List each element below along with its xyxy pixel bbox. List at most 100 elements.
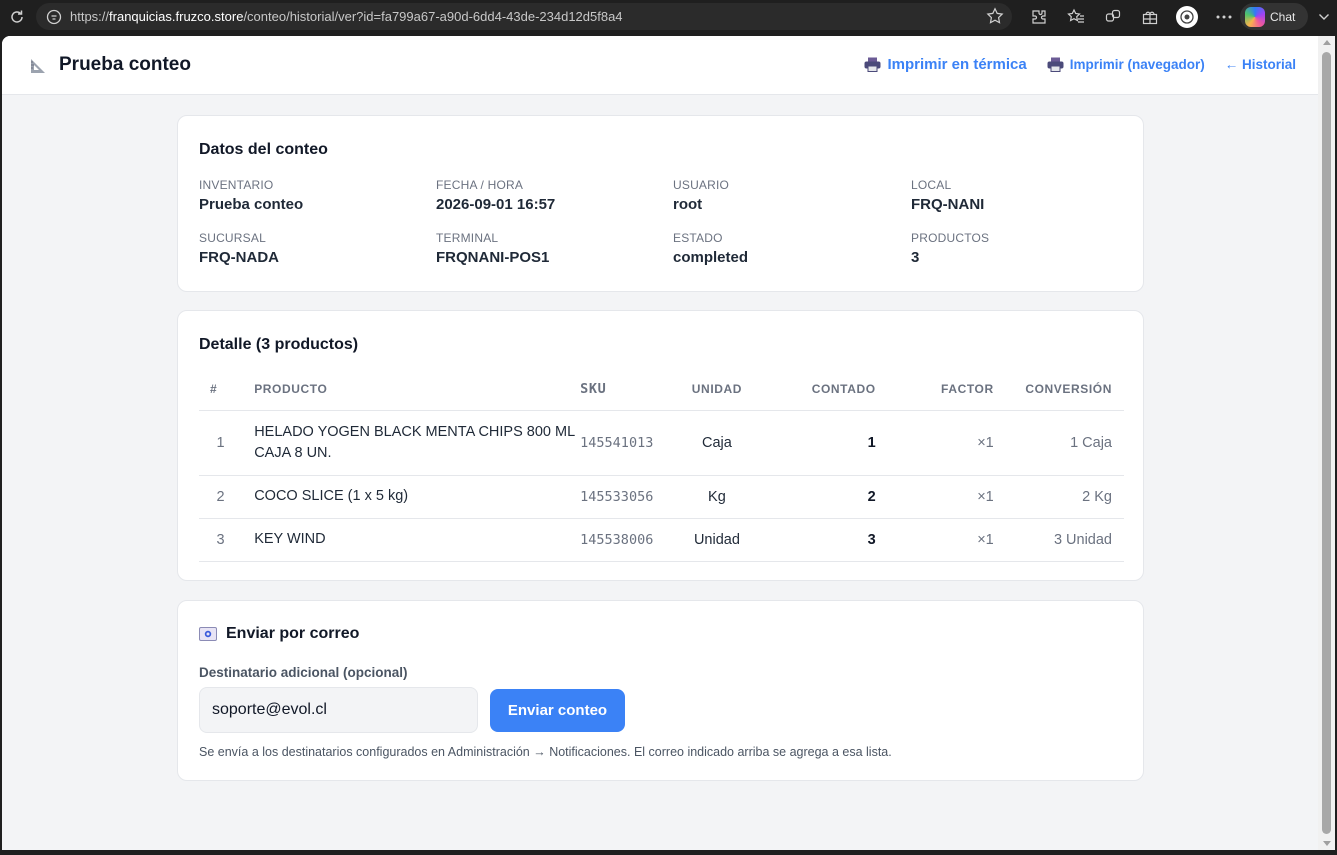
help-text: Se envía a los destinatarios configurado… (199, 745, 892, 759)
profile-icon[interactable] (1168, 0, 1205, 33)
field-local: LOCAL FRQ-NANI (911, 178, 1129, 213)
field-label: FECHA / HORA (436, 178, 524, 192)
printer-icon (864, 57, 881, 72)
browser-essentials-icon[interactable] (1131, 0, 1168, 33)
scroll-up-icon[interactable] (1323, 40, 1331, 45)
row-factor: ×1 (881, 410, 1000, 476)
field-value: 3 (911, 249, 920, 266)
correo-heading: Enviar por correo (199, 625, 359, 643)
page-title: Prueba conteo (29, 54, 191, 76)
browser-toolbar-icons (1020, 0, 1242, 33)
field-value: completed (673, 249, 749, 266)
url-text[interactable]: https://franquicias.fruzco.store/conteo/… (70, 9, 623, 24)
row-factor: ×1 (881, 518, 1000, 562)
field-label: SUCURSAL (199, 231, 266, 245)
correo-card: Enviar por correo Destinatario adicional… (177, 600, 1144, 781)
field-inventario: INVENTARIO Prueba conteo (199, 178, 436, 213)
print-browser-label: Imprimir (navegador) (1069, 57, 1205, 72)
print-thermal-link[interactable]: Imprimir en térmica (864, 56, 1027, 73)
detalle-title: Detalle (3 productos) (199, 336, 359, 353)
row-conversion: 2 Kg (999, 475, 1124, 519)
col-contado: CONTADO (755, 369, 882, 411)
row-unidad: Kg (678, 475, 756, 519)
favorites-icon[interactable] (1057, 0, 1094, 33)
copilot-chat-button[interactable]: Chat (1240, 3, 1308, 30)
field-productos: PRODUCTOS 3 (911, 231, 1129, 266)
page-heading: Prueba conteo (59, 54, 191, 75)
scroll-down-icon[interactable] (1323, 841, 1331, 846)
extensions-icon[interactable] (1020, 0, 1057, 33)
row-factor: ×1 (881, 475, 1000, 519)
row-sku: 145541013 (577, 410, 679, 476)
col-conversion: CONVERSIÓN (999, 369, 1124, 411)
printer-icon (1047, 57, 1064, 72)
print-browser-link[interactable]: Imprimir (navegador) (1047, 57, 1205, 72)
email-field-label: Destinatario adicional (opcional) (199, 665, 408, 680)
print-thermal-label: Imprimir en térmica (887, 56, 1027, 73)
field-label: ESTADO (673, 231, 723, 245)
page-header: Prueba conteo Imprimir en térmica Imprim… (2, 36, 1318, 95)
url-path: /conteo/historial/ver?id=fa799a67-a90d-6… (243, 9, 623, 24)
address-bar[interactable]: https://franquicias.fruzco.store/conteo/… (36, 3, 1012, 30)
field-estado: ESTADO completed (673, 231, 911, 266)
correo-title: Enviar por correo (226, 625, 360, 642)
row-conversion: 1 Caja (999, 410, 1124, 476)
table-header-row: # PRODUCTO SKU UNIDAD CONTADO FACTOR CON… (199, 369, 1124, 411)
row-contado: 1 (755, 410, 882, 476)
header-actions: Imprimir en térmica Imprimir (navegador)… (864, 56, 1296, 73)
field-sucursal: SUCURSAL FRQ-NADA (199, 231, 436, 266)
field-terminal: TERMINAL FRQNANI-POS1 (436, 231, 673, 266)
chevron-icon[interactable] (1310, 0, 1337, 33)
table-row: 3 KEY WIND 145538006 Unidad 3 ×1 3 Unida… (199, 518, 1124, 562)
col-factor: FACTOR (881, 369, 1000, 411)
field-value: Prueba conteo (199, 196, 304, 213)
url-scheme: https:// (70, 9, 110, 24)
row-producto: COCO SLICE (1 x 5 kg) (242, 475, 578, 519)
field-label: INVENTARIO (199, 178, 274, 192)
datos-title: Datos del conteo (199, 141, 328, 158)
field-label: LOCAL (911, 178, 952, 192)
field-value: FRQ-NADA (199, 249, 279, 266)
row-num: 1 (199, 410, 243, 476)
envelope-icon (199, 627, 217, 641)
row-sku: 145533056 (577, 475, 679, 519)
favorite-star-icon[interactable] (986, 7, 1004, 30)
field-value: FRQNANI-POS1 (436, 249, 550, 266)
field-value: FRQ-NANI (911, 196, 985, 213)
send-conteo-button[interactable]: Enviar conteo (490, 689, 625, 732)
scrollbar-thumb[interactable] (1322, 52, 1331, 834)
field-value: root (673, 196, 703, 213)
table-row: 2 COCO SLICE (1 x 5 kg) 145533056 Kg 2 ×… (199, 475, 1124, 519)
history-link[interactable]: ← Historial (1225, 57, 1296, 72)
datos-grid: INVENTARIO Prueba conteo FECHA / HORA 2026… (199, 178, 1129, 266)
page-viewport: Prueba conteo Imprimir en térmica Imprim… (2, 36, 1318, 850)
row-contado: 2 (755, 475, 882, 519)
datos-card: Datos del conteo INVENTARIO Prueba conteo… (177, 115, 1144, 292)
field-label: USUARIO (673, 178, 730, 192)
field-label: TERMINAL (436, 231, 499, 245)
site-info-icon[interactable] (44, 7, 64, 27)
row-conversion: 3 Unidad (999, 518, 1124, 562)
row-producto: KEY WIND (242, 518, 578, 562)
col-producto: PRODUCTO (242, 369, 578, 411)
chat-label: Chat (1270, 9, 1296, 24)
row-unidad: Caja (678, 410, 756, 476)
row-contado: 3 (755, 518, 882, 562)
field-fecha-hora: FECHA / HORA 2026-09-01 16:57 (436, 178, 673, 213)
col-num: # (199, 369, 243, 411)
reload-icon[interactable] (0, 0, 34, 33)
scrollbar[interactable] (1318, 36, 1335, 850)
email-field[interactable] (199, 687, 478, 733)
col-sku: SKU (577, 369, 679, 411)
row-num: 3 (199, 518, 243, 562)
field-value: 2026-09-01 16:57 (436, 196, 556, 213)
detalle-card: Detalle (3 productos) # PRODUCTO SKU UNI… (177, 310, 1144, 581)
url-host: franquicias.fruzco.store (109, 9, 244, 24)
row-num: 2 (199, 475, 243, 519)
more-icon[interactable] (1205, 0, 1242, 33)
row-unidad: Unidad (678, 518, 756, 562)
collections-icon[interactable] (1094, 0, 1131, 33)
field-label: PRODUCTOS (911, 231, 990, 245)
field-usuario: USUARIO root (673, 178, 911, 213)
copilot-icon (1245, 6, 1265, 27)
